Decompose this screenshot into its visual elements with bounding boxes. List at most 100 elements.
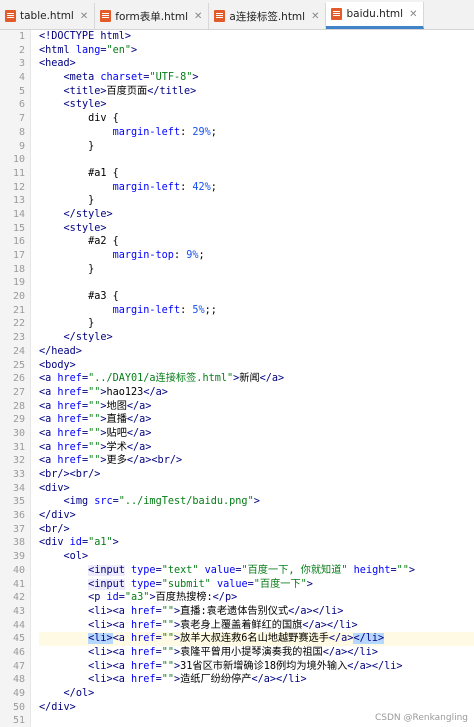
code-line[interactable]: </ol>: [39, 687, 474, 701]
code-token: <a: [39, 386, 58, 398]
code-line[interactable]: <!DOCTYPE html>: [39, 30, 474, 44]
line-number: 12: [12, 181, 25, 193]
code-line[interactable]: <br/>: [39, 523, 474, 537]
code-line[interactable]: <a href="">直播</a>: [39, 413, 474, 427]
line-number: 21: [12, 304, 25, 316]
code-line[interactable]: }: [39, 140, 474, 154]
code-line[interactable]: <div id="a1">: [39, 536, 474, 550]
watermark: CSDN @Renkangling: [374, 713, 468, 723]
code-line[interactable]: <br/><br/>: [39, 468, 474, 482]
tab-label: form表单.html: [115, 10, 188, 23]
line-number: 35: [12, 496, 25, 508]
code-token: ;: [198, 250, 205, 261]
code-line[interactable]: [39, 276, 474, 290]
code-line[interactable]: #a3 {: [39, 290, 474, 304]
code-line[interactable]: <a href="../DAY01/a连接标签.html">新闻</a>: [39, 372, 474, 386]
code-area[interactable]: <!DOCTYPE html> <html lang="en"> <head> <m…: [39, 30, 474, 727]
code-line[interactable]: <meta charset="UTF-8">: [39, 71, 474, 85]
code-line[interactable]: <style>: [39, 98, 474, 112]
code-token: "": [88, 400, 101, 412]
code-line[interactable]: margin-left: 5%;;: [39, 304, 474, 318]
code-token: "a1": [88, 537, 113, 549]
close-icon[interactable]: ✕: [311, 11, 319, 22]
code-token: href: [131, 674, 156, 686]
code-line[interactable]: <input type="text" value="百度一下, 你就知道" he…: [39, 564, 474, 578]
tab-table-html[interactable]: table.html ✕: [0, 3, 96, 29]
code-token: <p: [88, 592, 107, 604]
line-number: 13: [12, 195, 25, 207]
code-line[interactable]: <a href="">贴吧</a>: [39, 427, 474, 441]
line-number: 33: [12, 469, 25, 480]
code-line[interactable]: <body>: [39, 359, 474, 373]
code-line[interactable]: </style>: [39, 208, 474, 222]
code-line[interactable]: }: [39, 194, 474, 208]
code-token: </a></li>: [288, 605, 344, 617]
code-line[interactable]: margin-left: 42%;: [39, 181, 474, 195]
line-number: 39: [12, 551, 25, 563]
code-token: href: [57, 400, 82, 412]
line-number: 44: [12, 619, 25, 631]
code-line[interactable]: <title>百度页面</title>: [39, 85, 474, 99]
code-token: "": [88, 414, 101, 426]
code-token: }: [39, 263, 95, 275]
code-token: value: [216, 578, 248, 590]
code-token: hao123: [106, 386, 144, 398]
code-line[interactable]: <html lang="en">: [39, 44, 474, 58]
code-token: }: [39, 140, 95, 152]
code-line[interactable]: <div>: [39, 482, 474, 496]
code-line[interactable]: #a2 {: [39, 235, 474, 249]
code-line[interactable]: <li><a href="">造纸厂纷纷停产</a></li>: [39, 673, 474, 687]
code-line[interactable]: margin-top: 9%;: [39, 249, 474, 263]
code-line[interactable]: <a href="">地图</a>: [39, 400, 474, 414]
code-line[interactable]: </style>: [39, 331, 474, 345]
code-line[interactable]: <a href="">hao123</a>: [39, 386, 474, 400]
code-token: </a>: [126, 427, 152, 439]
code-line[interactable]: <li><a href="">放羊大叔连救6名山地越野赛选手</a></li>: [39, 632, 474, 646]
code-line[interactable]: <a href="">学术</a>: [39, 441, 474, 455]
line-number: 20: [12, 291, 25, 303]
code-token: </title>: [147, 85, 197, 97]
code-line[interactable]: <li><a href="">袁老身上覆盖着鲜红的国旗</a></li>: [39, 619, 474, 633]
code-line[interactable]: <li><a href="">直播:袁老遗体告别仪式</a></li>: [39, 605, 474, 619]
code-token: href: [57, 414, 82, 426]
code-line[interactable]: <ol>: [39, 550, 474, 564]
line-number: 7: [18, 113, 25, 125]
close-icon[interactable]: ✕: [80, 11, 88, 22]
code-token: :: [180, 304, 193, 316]
line-number: 29: [12, 414, 25, 426]
close-icon[interactable]: ✕: [409, 9, 417, 20]
code-token: <style>: [63, 222, 107, 234]
tab-form-html[interactable]: form表单.html ✕: [95, 3, 210, 29]
code-token: <head>: [39, 58, 76, 70]
code-line[interactable]: <a href="">更多</a><br/>: [39, 454, 474, 468]
code-token: "../imgTest/baidu.png": [118, 496, 254, 508]
close-icon[interactable]: ✕: [194, 11, 202, 22]
code-line[interactable]: div {: [39, 112, 474, 126]
code-line[interactable]: [39, 153, 474, 167]
code-line[interactable]: <li><a href="">31省区市新增确诊18例均为境外输入</a></l…: [39, 660, 474, 674]
code-line[interactable]: margin-left: 29%;: [39, 126, 474, 140]
code-token: "": [88, 455, 101, 467]
code-line[interactable]: <style>: [39, 222, 474, 236]
code-line[interactable]: <img src="../imgTest/baidu.png">: [39, 495, 474, 509]
code-token: :: [180, 126, 193, 138]
tab-a-link-html[interactable]: a连接标签.html ✕: [209, 3, 327, 29]
code-token: <li><a: [88, 619, 132, 631]
code-line[interactable]: }: [39, 263, 474, 277]
code-line[interactable]: }: [39, 317, 474, 331]
code-token: 百度页面: [106, 85, 148, 97]
code-line[interactable]: <input type="submit" value="百度一下">: [39, 578, 474, 592]
code-editor[interactable]: 1 2 3 4 5 6 7 8 9 10 11 12 13 14 15 16 17 18 19 20 21 22 23 24 2…: [0, 30, 474, 727]
line-number: 32: [12, 455, 25, 467]
code-line[interactable]: </head>: [39, 345, 474, 359]
tab-baidu-html[interactable]: baidu.html ✕: [326, 2, 425, 29]
code-line[interactable]: #a1 {: [39, 167, 474, 181]
code-line[interactable]: <p id="a3">百度热搜榜:</p>: [39, 591, 474, 605]
code-line[interactable]: </div>: [39, 509, 474, 523]
code-line[interactable]: <li><a href="">袁隆平曾用小提琴演奏我的祖国</a></li>: [39, 646, 474, 660]
code-line[interactable]: <head>: [39, 57, 474, 71]
code-token: "text": [161, 564, 199, 576]
